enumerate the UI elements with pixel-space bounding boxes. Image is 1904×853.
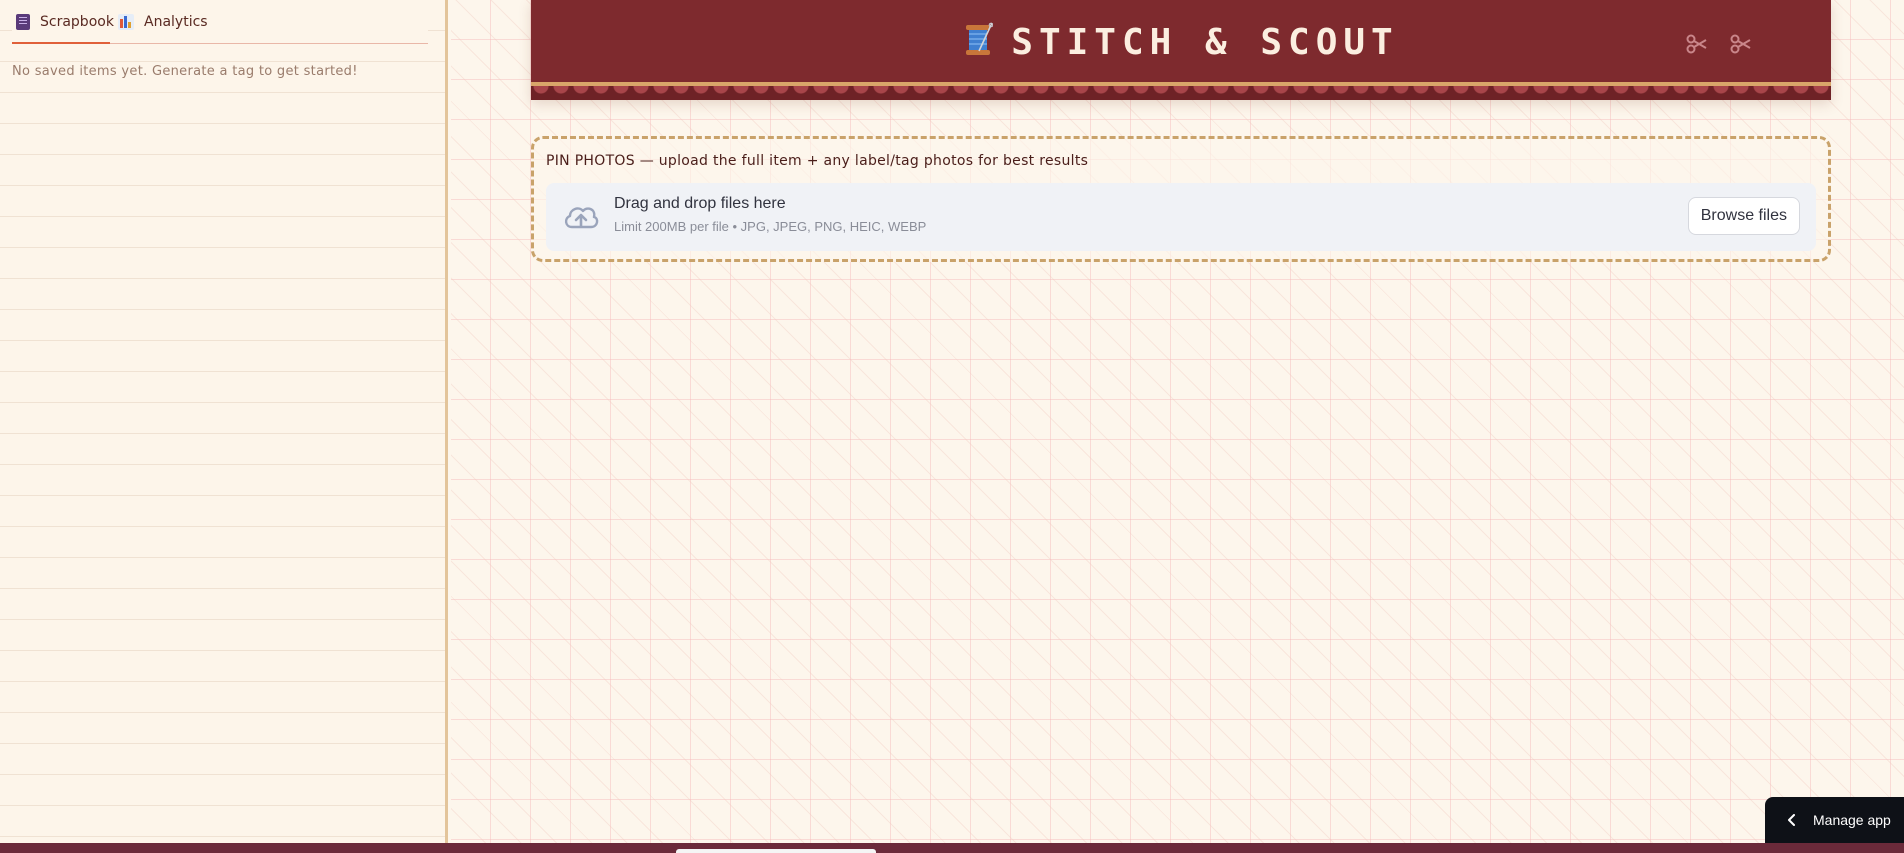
file-dropzone[interactable]: Drag and drop files here Limit 200MB per… (546, 183, 1816, 251)
main-content: STITCH & SCOUT PIN PHOTOS — upload the f… (451, 0, 1904, 843)
cloud-upload-icon (564, 207, 599, 229)
sidebar: Scrapbook Analytics No saved items yet. … (0, 0, 448, 843)
tab-analytics[interactable]: Analytics (118, 10, 208, 34)
bottom-bar (0, 843, 1904, 853)
tab-scrapbook[interactable]: Scrapbook (16, 10, 114, 34)
scissors-icon (1730, 34, 1751, 54)
manage-app-label: Manage app (1813, 812, 1891, 828)
chevron-left-icon (1788, 814, 1795, 826)
upload-label: PIN PHOTOS — upload the full item + any … (546, 153, 1089, 169)
header-title-wrap: STITCH & SCOUT (531, 22, 1831, 63)
empty-scrapbook-message: No saved items yet. Generate a tag to ge… (12, 64, 358, 79)
tab-analytics-label: Analytics (144, 14, 208, 30)
sidebar-tabs: Scrapbook Analytics (12, 0, 428, 44)
bar-chart-icon (118, 14, 134, 30)
tab-scrapbook-label: Scrapbook (40, 14, 114, 30)
app-title: STITCH & SCOUT (1011, 22, 1399, 63)
app-header: STITCH & SCOUT (531, 0, 1831, 100)
dropzone-title: Drag and drop files here (614, 195, 786, 212)
dropzone-limit: Limit 200MB per file • JPG, JPEG, PNG, H… (614, 219, 927, 234)
book-icon (16, 14, 30, 30)
header-scalloped-trim (531, 82, 1831, 100)
photo-upload-section: PIN PHOTOS — upload the full item + any … (531, 136, 1831, 262)
manage-app-button[interactable]: Manage app (1765, 797, 1904, 843)
scissors-icon (1686, 34, 1707, 54)
thread-spool-icon (966, 22, 994, 55)
bottom-pill (676, 849, 876, 853)
browse-files-button[interactable]: Browse files (1687, 197, 1800, 235)
active-tab-indicator (12, 42, 110, 44)
